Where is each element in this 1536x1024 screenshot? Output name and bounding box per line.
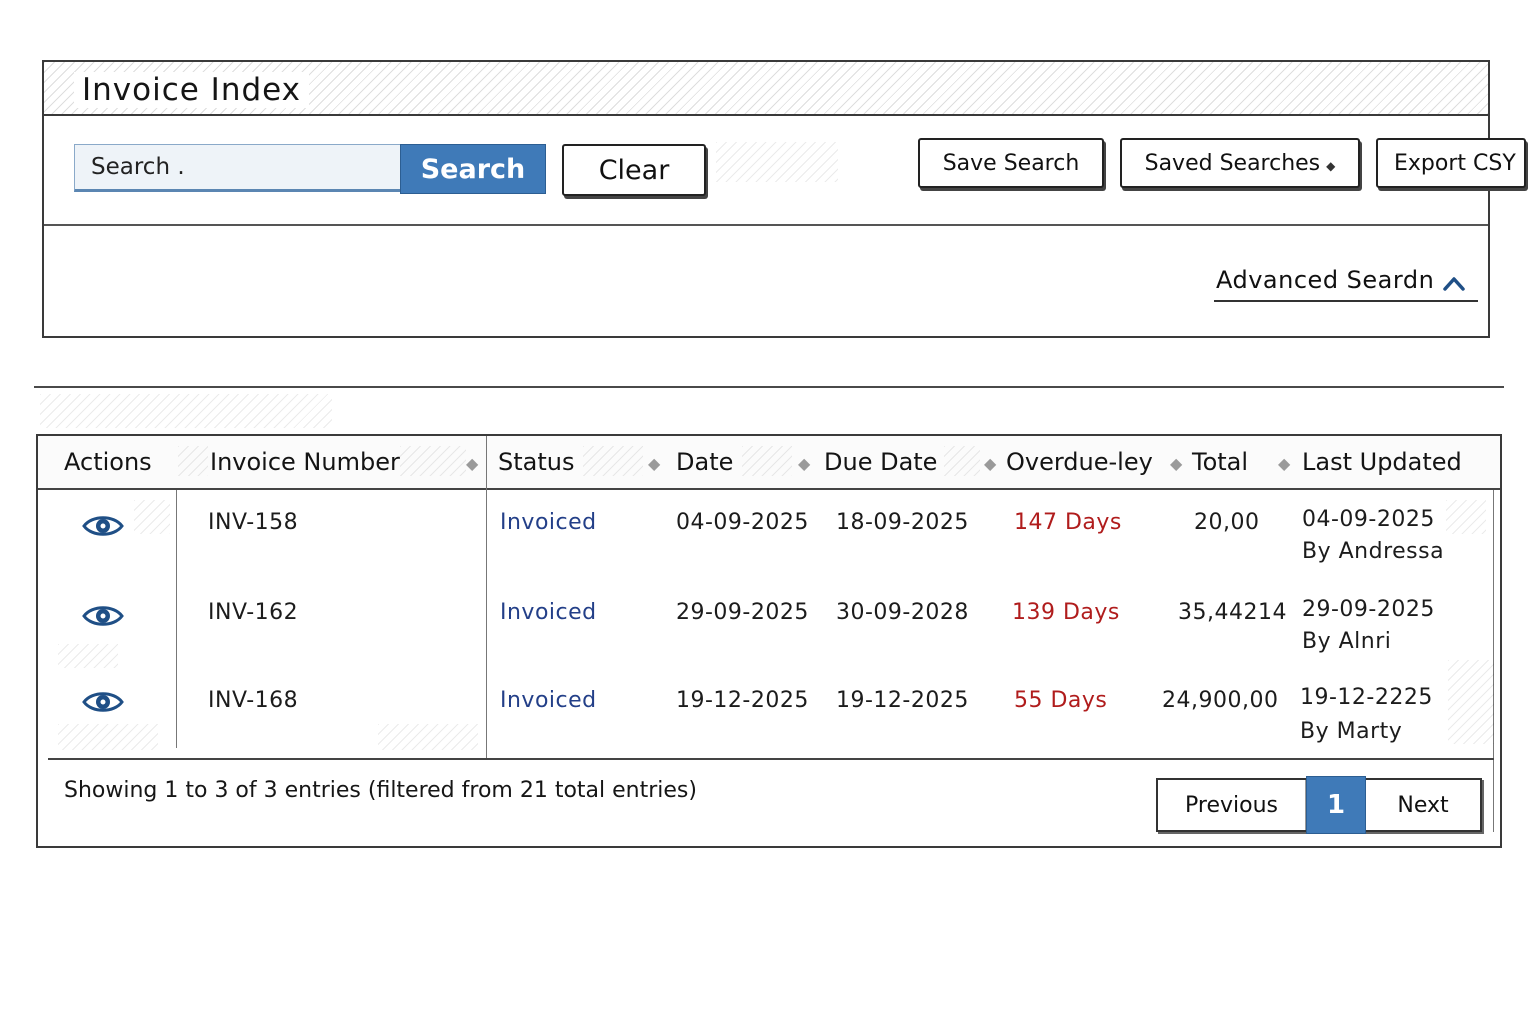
next-page-button[interactable]: Next — [1366, 780, 1480, 830]
date-cell: 19-12-2025 — [676, 688, 809, 713]
column-header-invoice-number[interactable]: Invoice Number — [210, 448, 400, 476]
clear-button[interactable]: Clear — [562, 144, 706, 196]
export-csv-button[interactable]: Export CSY — [1376, 138, 1526, 188]
last-updated-by: By Alnri — [1302, 629, 1392, 654]
save-search-label: Save Search — [942, 150, 1080, 176]
page-button-current[interactable]: 1 — [1306, 776, 1366, 834]
sketch-hatch-decoration — [583, 446, 643, 476]
overdue-cell: 55 Days — [1014, 688, 1108, 713]
table-header: Actions Invoice Number ◆ Status ◆ Date ◆… — [38, 436, 1500, 490]
overdue-cell: 139 Days — [1012, 600, 1120, 625]
total-cell: 35,44214 — [1178, 600, 1287, 625]
due-date-cell: 18-09-2025 — [836, 510, 969, 535]
status-text: Invoiced — [500, 688, 597, 713]
total-cell: 24,900,00 — [1162, 688, 1279, 713]
search-button[interactable]: Search — [400, 144, 546, 194]
caret-down-icon: ◆ — [1326, 158, 1336, 173]
export-csv-label: Export CSY — [1394, 150, 1516, 176]
invoice-table: Actions Invoice Number ◆ Status ◆ Date ◆… — [36, 434, 1502, 848]
advanced-search-toggle[interactable]: Advanced Seardn — [1214, 262, 1478, 302]
last-updated-date: 29-09-2025 — [1302, 597, 1435, 622]
advanced-search-label: Advanced Seardn — [1216, 266, 1435, 294]
chevron-up-icon — [1442, 270, 1466, 298]
table-row: INV-168 Invoiced 19-12-2025 19-12-2025 5… — [38, 668, 1500, 756]
sort-icon[interactable]: ◆ — [1278, 454, 1290, 473]
title-bar: Invoice Index — [44, 62, 1488, 116]
sort-icon[interactable]: ◆ — [466, 454, 478, 473]
eye-icon[interactable] — [82, 690, 124, 718]
previous-page-button[interactable]: Previous — [1158, 780, 1306, 830]
last-updated-date: 04-09-2025 — [1302, 507, 1435, 532]
table-row: INV-158 Invoiced 04-09-2025 18-09-2025 1… — [38, 490, 1500, 580]
sketch-hatch-decoration — [944, 446, 980, 476]
date-cell: 04-09-2025 — [676, 510, 809, 535]
sketch-hatch-decoration — [178, 446, 208, 476]
section-divider — [34, 386, 1504, 388]
column-header-last-updated[interactable]: Last Updated — [1302, 448, 1462, 476]
last-updated-date: 19-12-2225 — [1300, 685, 1433, 710]
invoice-number[interactable]: INV-168 — [208, 688, 298, 713]
eye-icon[interactable] — [82, 514, 124, 542]
date-cell: 29-09-2025 — [676, 600, 809, 625]
sketch-hatch-decoration — [400, 446, 466, 476]
column-divider — [486, 436, 487, 490]
eye-icon[interactable] — [82, 604, 124, 632]
column-header-actions: Actions — [64, 448, 152, 476]
total-cell: 20,00 — [1194, 510, 1260, 535]
column-header-due-date[interactable]: Due Date — [824, 448, 937, 476]
table-row: INV-162 Invoiced 29-09-2025 30-09-2028 1… — [38, 580, 1500, 668]
column-header-date[interactable]: Date — [676, 448, 733, 476]
last-updated-by: By Andressa — [1302, 539, 1445, 564]
search-panel: Invoice Index Search Clear Save Search S… — [42, 60, 1526, 338]
sketch-hatch-decoration — [40, 394, 332, 428]
sort-icon[interactable]: ◆ — [798, 454, 810, 473]
search-toolbar: Search Clear Save Search Saved Searches ◆… — [44, 116, 1526, 226]
due-date-cell: 30-09-2028 — [836, 600, 969, 625]
saved-searches-label: Saved Searches — [1144, 150, 1321, 176]
status-text: Invoiced — [500, 510, 597, 535]
sort-icon[interactable]: ◆ — [1170, 454, 1182, 473]
due-date-cell: 19-12-2025 — [836, 688, 969, 713]
invoice-number[interactable]: INV-158 — [208, 510, 298, 535]
column-header-status[interactable]: Status — [498, 448, 574, 476]
sketch-hatch-decoration — [742, 446, 792, 476]
pagination: Previous 1 Next — [1156, 776, 1482, 834]
table-info: Showing 1 to 3 of 3 entries (filtered fr… — [64, 778, 697, 803]
last-updated-by: By Marty — [1300, 719, 1403, 744]
search-input[interactable] — [74, 144, 400, 192]
table-footer: Showing 1 to 3 of 3 entries (filtered fr… — [48, 758, 1494, 834]
sketch-hatch-decoration — [716, 142, 838, 182]
sort-icon[interactable]: ◆ — [648, 454, 660, 473]
overdue-cell: 147 Days — [1014, 510, 1122, 535]
status-text: Invoiced — [500, 600, 597, 625]
save-search-button[interactable]: Save Search — [918, 138, 1104, 188]
sort-icon[interactable]: ◆ — [984, 454, 996, 473]
column-header-total[interactable]: Total — [1192, 448, 1248, 476]
page-title: Invoice Index — [74, 72, 310, 108]
invoice-number[interactable]: INV-162 — [208, 600, 298, 625]
column-header-overdue[interactable]: Overdue-ley — [1006, 448, 1153, 476]
saved-searches-dropdown[interactable]: Saved Searches ◆ — [1120, 138, 1360, 188]
